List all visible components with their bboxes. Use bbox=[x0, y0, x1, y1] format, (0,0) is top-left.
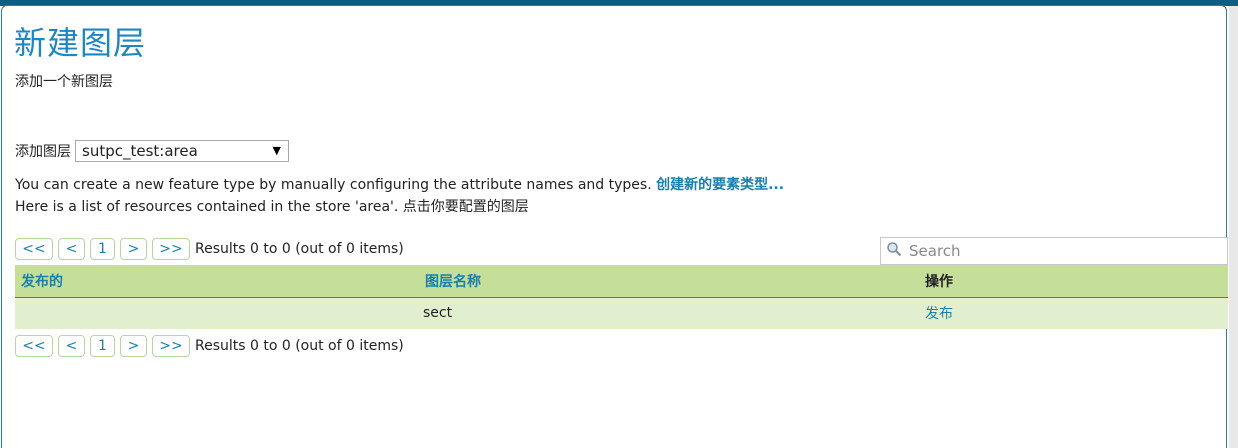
header-layer-name[interactable]: 图层名称 bbox=[419, 265, 919, 297]
results-count: Results 0 to 0 (out of 0 items) bbox=[195, 241, 404, 257]
search-input[interactable] bbox=[907, 241, 1211, 261]
pager-bottom: << < 1 > >> Results 0 to 0 (out of 0 ite… bbox=[15, 334, 404, 358]
pager-top: << < 1 > >> Results 0 to 0 (out of 0 ite… bbox=[15, 237, 404, 261]
chevron-down-icon[interactable]: ▼ bbox=[273, 141, 281, 161]
search-box bbox=[880, 237, 1228, 265]
last-page-button[interactable]: >> bbox=[152, 238, 190, 260]
cell-published bbox=[15, 297, 419, 329]
next-page-button[interactable]: > bbox=[120, 335, 147, 357]
add-layer-row: 添加图层 sutpc_test:area ▼ bbox=[15, 139, 289, 163]
page-title: 新建图层 bbox=[14, 24, 147, 62]
prev-page-button[interactable]: < bbox=[58, 238, 85, 260]
create-feature-text: You can create a new feature type by man… bbox=[15, 177, 657, 193]
store-select[interactable]: sutpc_test:area ▼ bbox=[75, 140, 289, 162]
page-1-button[interactable]: 1 bbox=[90, 335, 115, 357]
prev-page-button[interactable]: < bbox=[58, 335, 85, 357]
store-select-value: sutpc_test:area bbox=[82, 142, 198, 160]
header-published[interactable]: 发布的 bbox=[15, 265, 419, 297]
content-panel bbox=[1, 5, 1227, 448]
resource-list-info: Here is a list of resources contained in… bbox=[15, 199, 529, 215]
page-1-button[interactable]: 1 bbox=[90, 238, 115, 260]
cell-action: 发布 bbox=[919, 297, 1228, 329]
last-page-button[interactable]: >> bbox=[152, 335, 190, 357]
cell-layer-name: sect bbox=[423, 305, 453, 322]
add-layer-label: 添加图层 bbox=[15, 144, 71, 160]
publish-link[interactable]: 发布 bbox=[925, 306, 953, 322]
create-feature-info: You can create a new feature type by man… bbox=[15, 174, 784, 194]
next-page-button[interactable]: > bbox=[120, 238, 147, 260]
create-feature-type-link[interactable]: 创建新的要素类型... bbox=[656, 177, 784, 193]
table-row: sect 发布 bbox=[15, 297, 1228, 329]
table-header: 发布的 图层名称 操作 bbox=[15, 265, 1228, 297]
layer-table: 发布的 图层名称 操作 sect 发布 bbox=[15, 265, 1228, 329]
first-page-button[interactable]: << bbox=[15, 238, 53, 260]
results-count: Results 0 to 0 (out of 0 items) bbox=[195, 338, 404, 354]
first-page-button[interactable]: << bbox=[15, 335, 53, 357]
header-action: 操作 bbox=[925, 273, 953, 290]
page-subtitle: 添加一个新图层 bbox=[15, 74, 113, 90]
right-gutter bbox=[1229, 6, 1238, 448]
search-icon bbox=[881, 241, 907, 261]
